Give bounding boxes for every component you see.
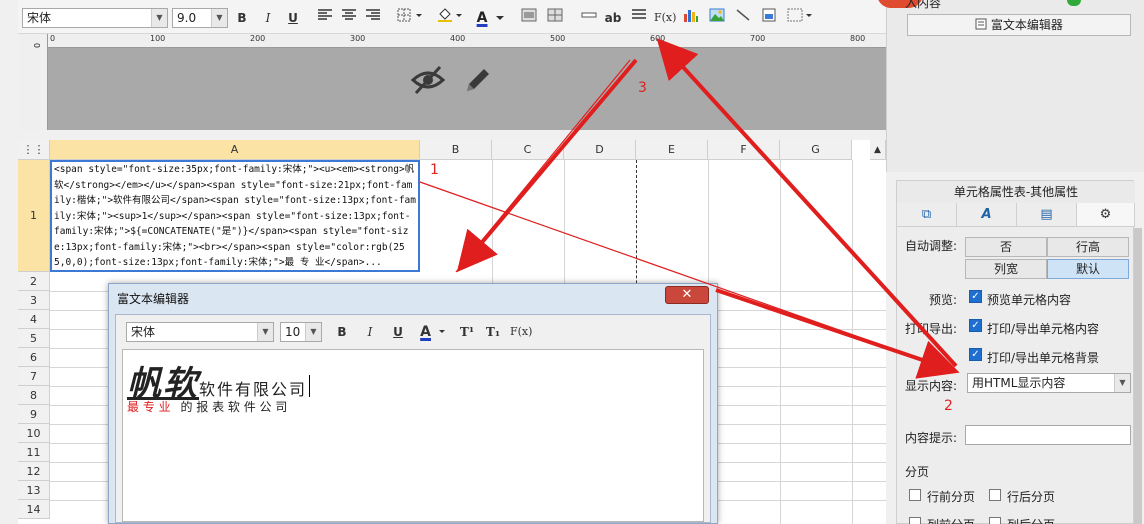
- annotation-arrow-to-display: [715, 288, 960, 379]
- annotation-overlay: [419, 38, 960, 379]
- annotation-arrow-to-sheet: [456, 58, 638, 273]
- annotation-arrow-to-ruler: [656, 38, 958, 368]
- annotation-number-3: 3: [638, 80, 647, 96]
- annotation-number-1: 1: [430, 162, 439, 178]
- annotation-number-2: 2: [944, 398, 953, 414]
